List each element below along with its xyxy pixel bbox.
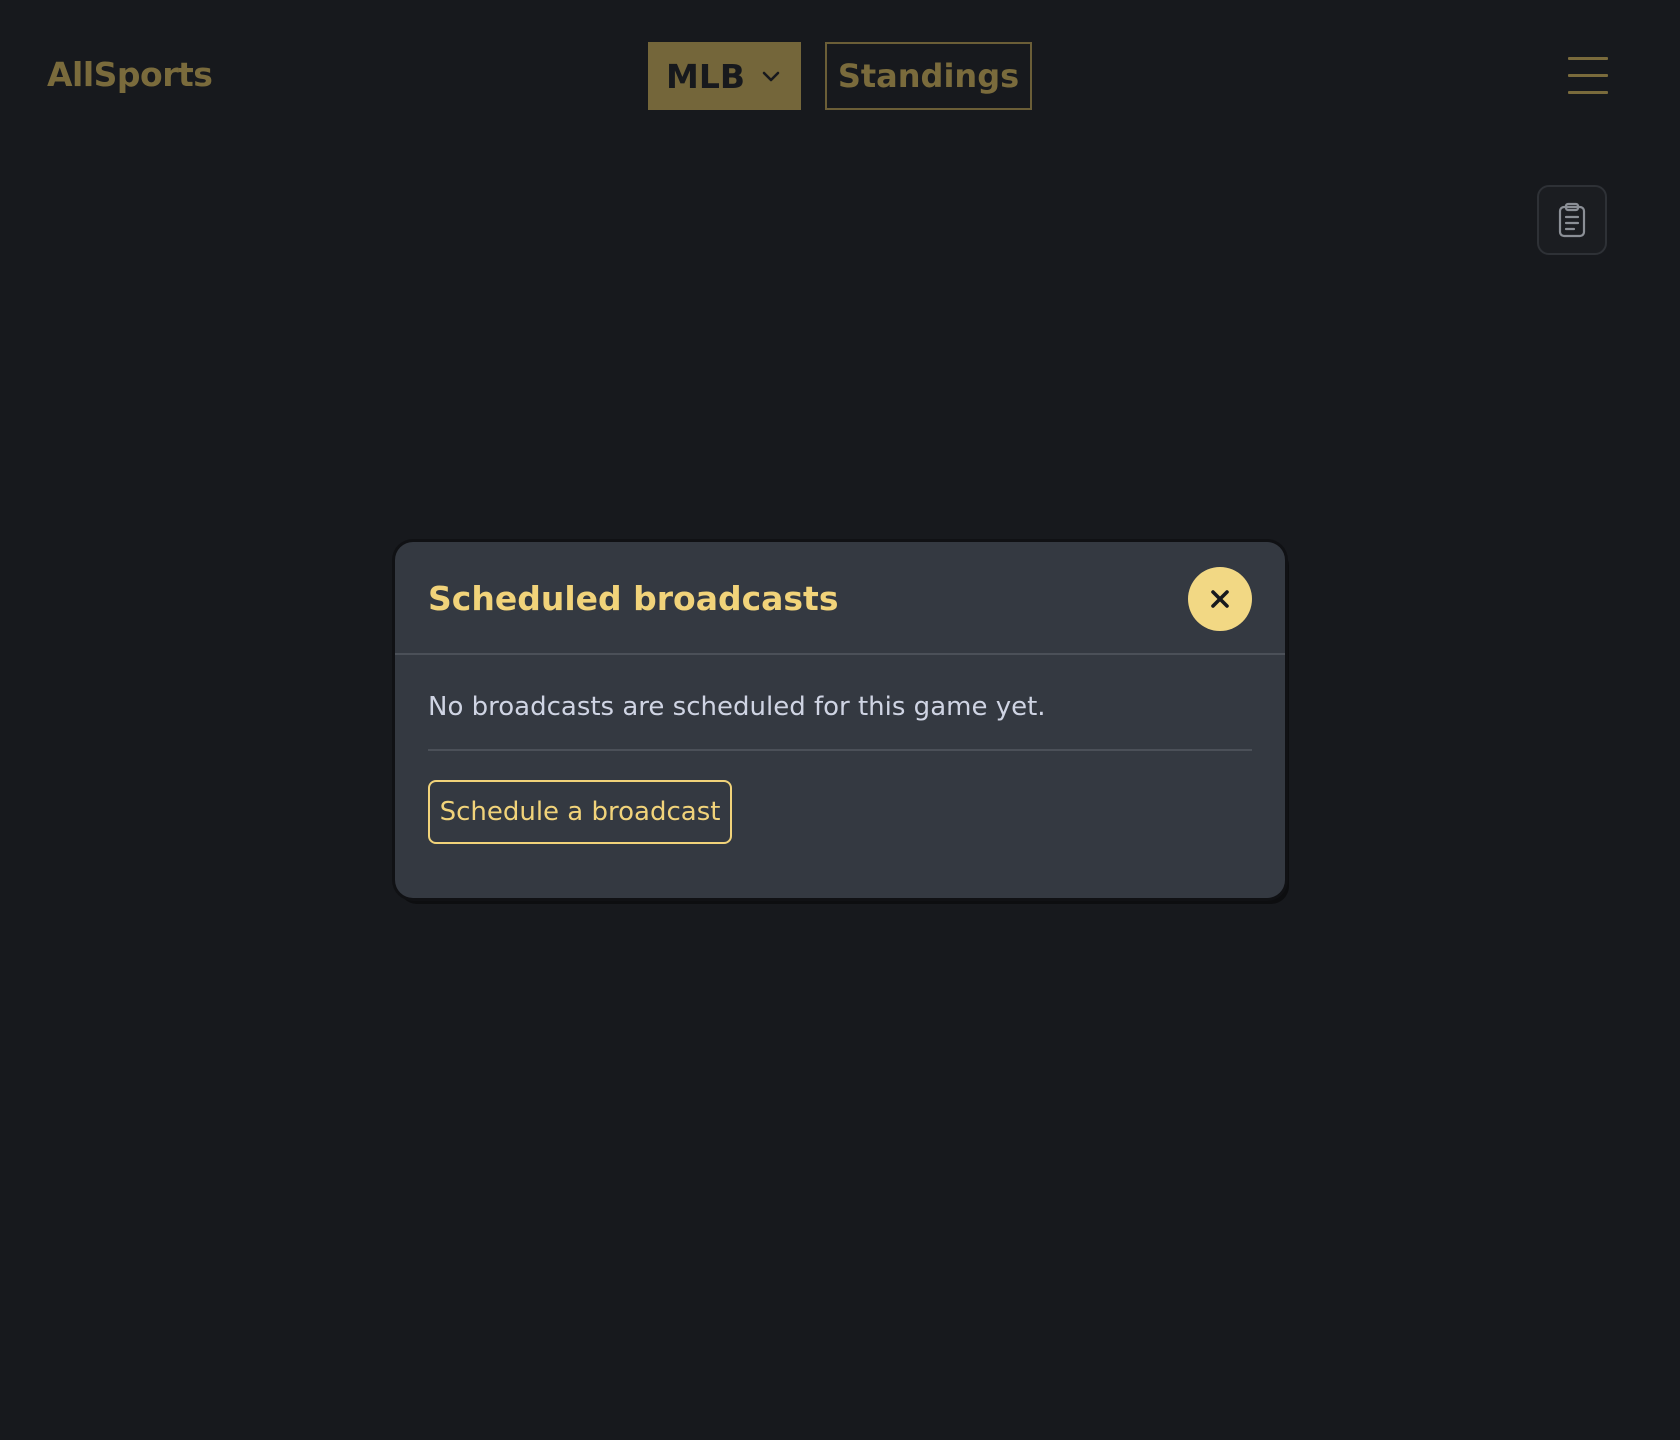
clipboard-icon: [1558, 202, 1586, 238]
league-dropdown-label: MLB: [665, 56, 746, 96]
hamburger-menu-icon[interactable]: [1568, 57, 1608, 94]
scheduled-broadcasts-modal: Scheduled broadcasts No broadcasts are s…: [395, 542, 1285, 898]
brand-logo[interactable]: AllSports: [47, 52, 213, 98]
close-icon: [1211, 590, 1229, 608]
modal-title: Scheduled broadcasts: [428, 579, 839, 618]
schedule-broadcast-button[interactable]: Schedule a broadcast: [428, 780, 732, 844]
close-button[interactable]: [1188, 567, 1252, 631]
league-dropdown[interactable]: MLB: [648, 42, 801, 110]
chevron-down-icon: [759, 57, 783, 96]
empty-state-message: No broadcasts are scheduled for this gam…: [428, 692, 1046, 722]
modal-header: Scheduled broadcasts: [395, 542, 1285, 655]
divider: [428, 749, 1252, 751]
page: AllSports MLB Standings Scheduled broadc…: [0, 0, 1680, 1440]
standings-link[interactable]: Standings: [825, 42, 1032, 110]
clipboard-button[interactable]: [1537, 185, 1607, 255]
top-nav: MLB Standings: [648, 42, 1032, 110]
